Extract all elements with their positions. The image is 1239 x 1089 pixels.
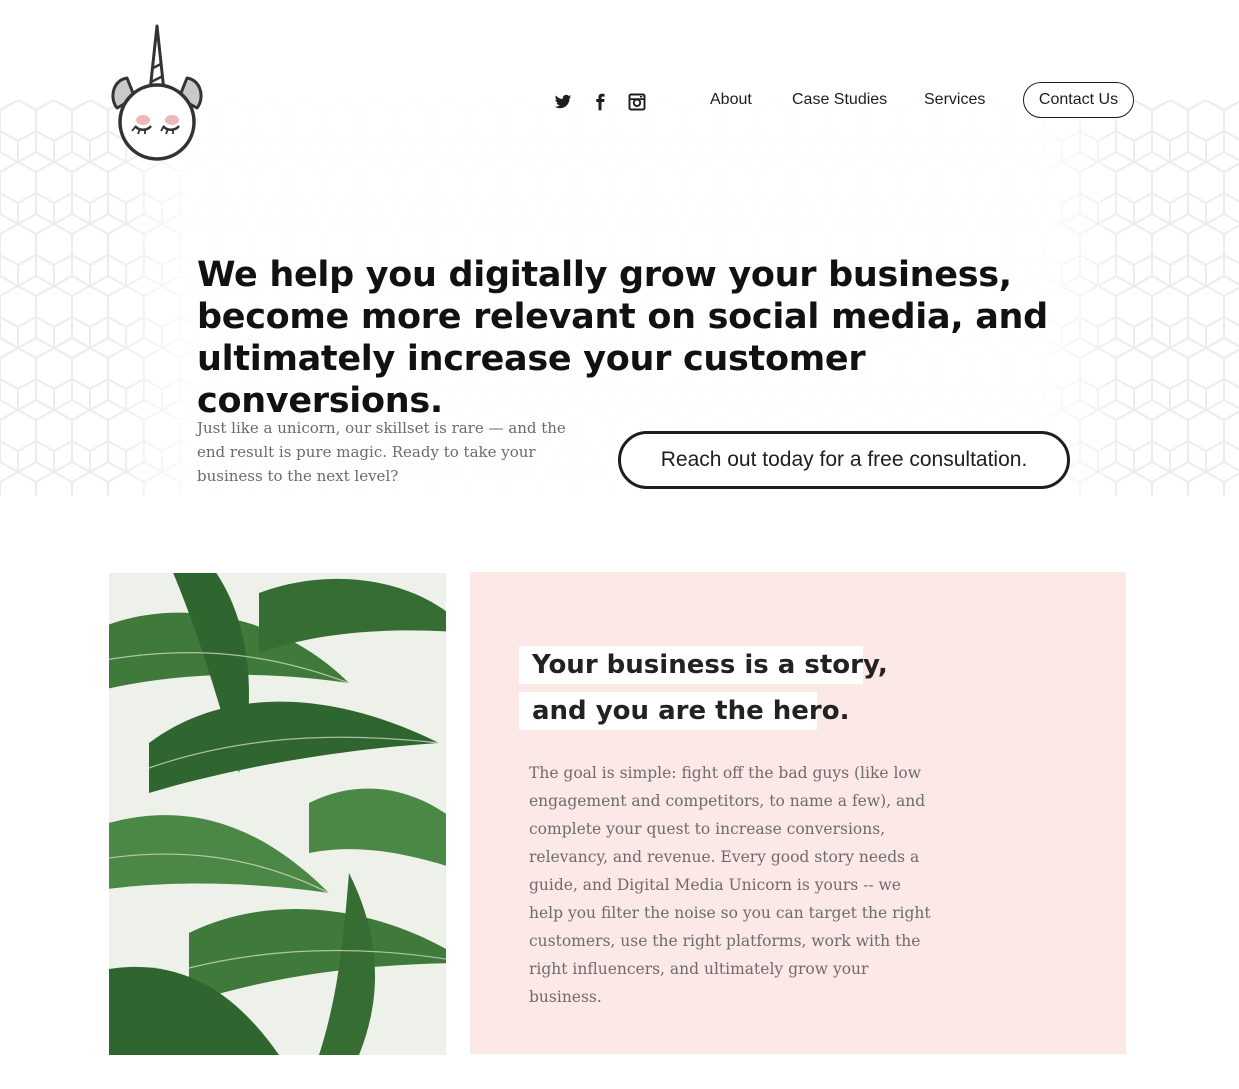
contact-us-button[interactable]: Contact Us	[1023, 82, 1134, 118]
story-heading-line-2: and you are the hero.	[519, 692, 849, 730]
nav-services[interactable]: Services	[924, 88, 985, 112]
free-consultation-button[interactable]: Reach out today for a free consultation.	[618, 431, 1070, 489]
nav-about[interactable]: About	[710, 88, 752, 112]
story-heading-line-1: Your business is a story,	[519, 646, 888, 684]
hero-subtext: Just like a unicorn, our skillset is rar…	[197, 419, 566, 485]
story-body: The goal is simple: fight off the bad gu…	[529, 764, 931, 1006]
palm-leaves-image	[109, 573, 446, 1055]
nav-case-studies[interactable]: Case Studies	[792, 88, 887, 112]
hero-headline: We help you digitally grow your business…	[197, 255, 1048, 421]
